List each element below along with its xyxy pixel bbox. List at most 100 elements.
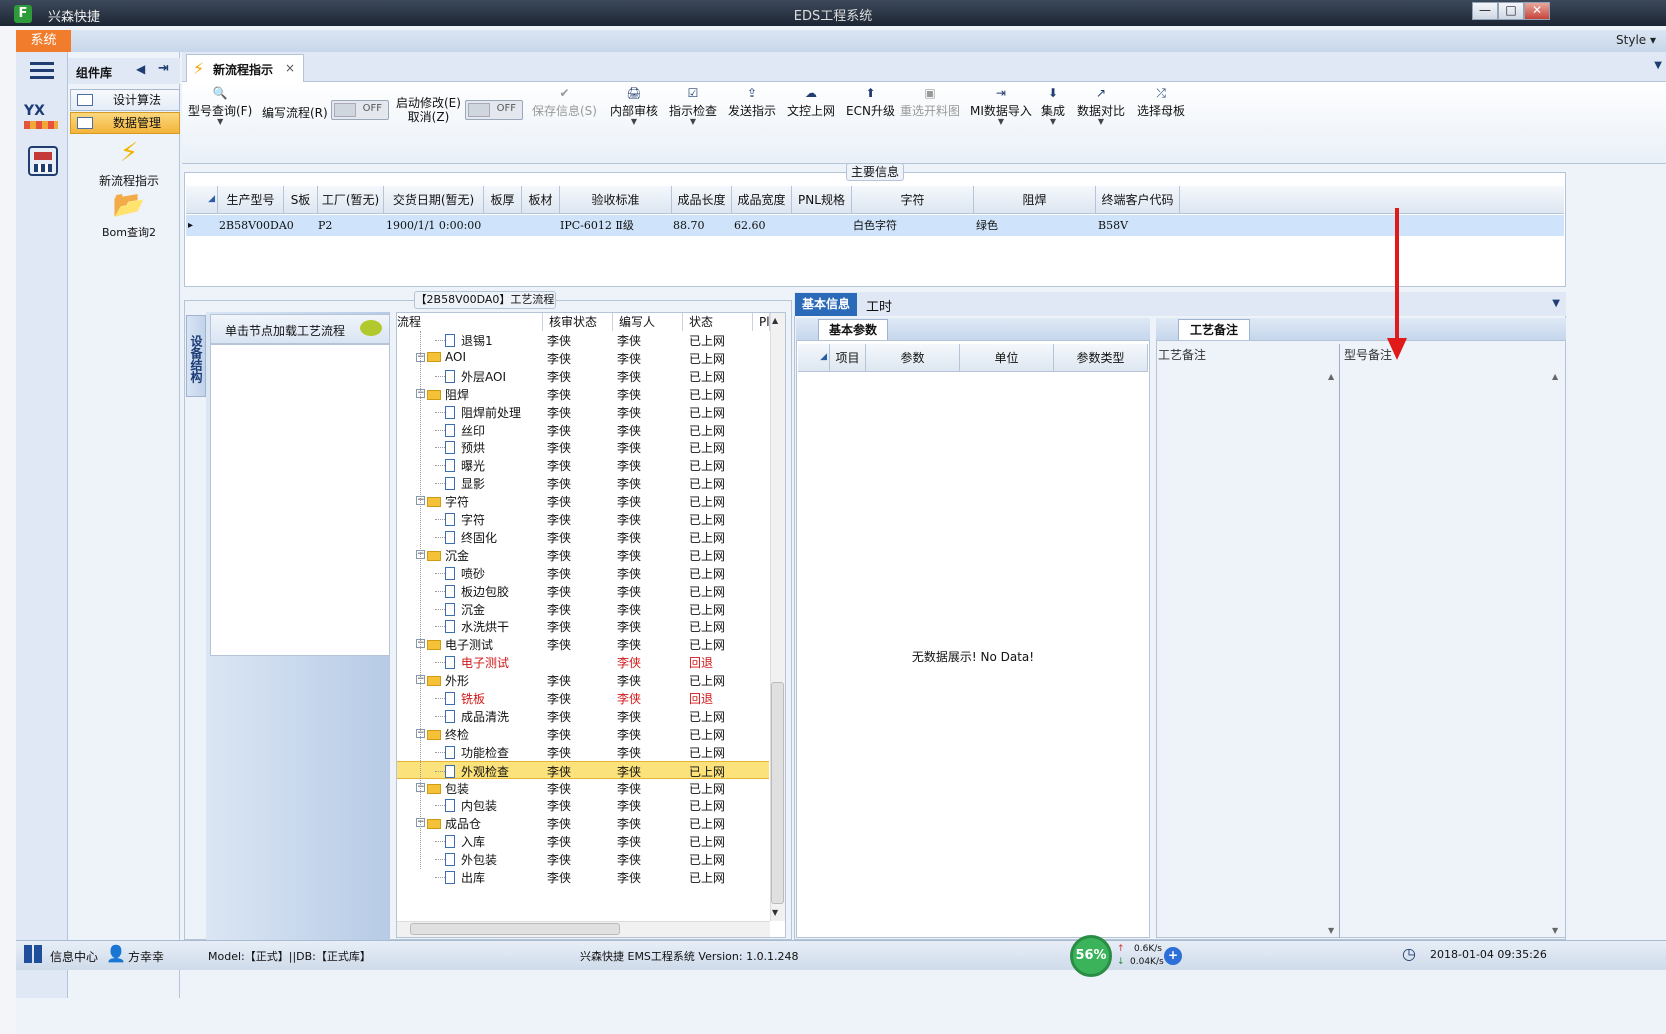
column-header[interactable]: 参数类型 (1054, 344, 1148, 372)
row-selector-icon[interactable]: ▸ (188, 216, 208, 236)
tree-row[interactable]: 外观检查 李侠 李侠 已上网 (397, 760, 769, 780)
doc-control-online-button[interactable]: ☁ 文控上网 (787, 86, 835, 119)
scroll-up-icon[interactable]: ▲ (772, 316, 778, 325)
tree-node-name[interactable]: 内包装 (445, 797, 497, 814)
hamburger-menu-icon[interactable] (30, 62, 54, 82)
write-flow-toggle[interactable]: OFF (331, 100, 389, 120)
tree-node-name[interactable]: 电子测试 (445, 654, 509, 671)
integrate-button[interactable]: ⬇ 集成 ▼ (1041, 86, 1065, 126)
tree-node-name[interactable]: 阻焊前处理 (445, 404, 521, 421)
tree-row[interactable]: 字符 李侠 李侠 已上网 (397, 510, 769, 528)
scroll-up-icon[interactable]: ▲ (1328, 372, 1334, 381)
tab-dropdown-icon[interactable]: ▼ (1552, 298, 1560, 309)
close-button[interactable]: ✕ (1524, 2, 1550, 20)
scroll-down-icon[interactable]: ▼ (1328, 926, 1334, 935)
maximize-button[interactable]: □ (1498, 2, 1524, 20)
calculator-module-icon[interactable] (28, 146, 58, 176)
ecn-upgrade-button[interactable]: ⬆ ECN升级 (846, 86, 895, 119)
tree-row[interactable]: 外包装 李侠 李侠 已上网 (397, 850, 769, 868)
select-mother-board-button[interactable]: ⤮ 选择母板 (1137, 86, 1185, 119)
grid-corner[interactable]: ◢ (186, 186, 218, 214)
tree-node-name[interactable]: 预烘 (445, 439, 485, 456)
tree-node-name[interactable]: 电子测试 (427, 636, 493, 653)
table-cell[interactable]: 1900/1/1 0:00:00 (386, 216, 481, 236)
tree-node-name[interactable]: 字符 (427, 493, 469, 510)
save-info-button[interactable]: ✔ 保存信息(S) (532, 86, 597, 119)
tree-node-name[interactable]: 功能检查 (445, 744, 509, 761)
column-header[interactable]: 单位 (960, 344, 1054, 372)
column-header[interactable]: 板厚 (484, 186, 522, 214)
tree-node-name[interactable]: 字符 (445, 511, 485, 528)
tree-row[interactable]: − 终检 李侠 李侠 已上网 (397, 725, 769, 743)
column-header[interactable]: 工厂(暂无) (318, 186, 384, 214)
tree-node-name[interactable]: AOI (427, 350, 466, 364)
tree-node-name[interactable]: 入库 (445, 833, 485, 850)
node-list[interactable] (210, 344, 390, 656)
tree-node-name[interactable]: 外观检查 (445, 763, 509, 780)
table-cell[interactable]: IPC-6012 Ⅱ级 (560, 216, 634, 236)
column-header[interactable]: 成品长度 (672, 186, 732, 214)
tree-row[interactable]: − 成品仓 李侠 李侠 已上网 (397, 814, 769, 832)
tree-row[interactable]: 入库 李侠 李侠 已上网 (397, 832, 769, 850)
tree-row[interactable]: − 包装 李侠 李侠 已上网 (397, 779, 769, 797)
send-instruction-button[interactable]: ⇪ 发送指示 (728, 86, 776, 119)
column-header[interactable]: 阻焊 (974, 186, 1096, 214)
tree-row[interactable]: 曝光 李侠 李侠 已上网 (397, 456, 769, 474)
tab-close-icon[interactable]: × (285, 61, 295, 75)
column-header[interactable]: 状态 (683, 313, 753, 331)
style-menu-button[interactable]: Style ▾ (1616, 33, 1656, 47)
table-cell[interactable]: 2B58V00DA0 (219, 216, 294, 236)
tree-row[interactable]: 喷砂 李侠 李侠 已上网 (397, 564, 769, 582)
tree-row[interactable]: 显影 李侠 李侠 已上网 (397, 474, 769, 492)
tree-node-name[interactable]: 退锡1 (445, 332, 493, 349)
tree-node-name[interactable]: 外层AOI (445, 368, 506, 385)
column-header[interactable]: 成品宽度 (732, 186, 792, 214)
reselect-cutting-chart-button[interactable]: ▣ 重选开料图 (900, 86, 960, 119)
tree-node-name[interactable]: 出库 (445, 869, 485, 886)
table-cell[interactable]: 绿色 (976, 216, 998, 236)
column-header[interactable]: S板 (284, 186, 318, 214)
collapse-left-icon[interactable]: ◀ (136, 62, 145, 76)
column-header[interactable]: 流程 (397, 313, 543, 331)
column-header[interactable]: 验收标准 (560, 186, 672, 214)
table-cell[interactable]: 88.70 (673, 216, 705, 236)
grid-icon[interactable] (24, 945, 42, 963)
tab-basic-params[interactable]: 基本参数 (818, 319, 888, 340)
factory-module-icon[interactable]: YX (24, 103, 62, 135)
tree-row[interactable]: − 沉金 李侠 李侠 已上网 (397, 546, 769, 564)
tree-node-name[interactable]: 终检 (427, 726, 469, 743)
table-cell[interactable]: 白色字符 (853, 216, 897, 236)
tree-node-name[interactable]: 沉金 (427, 547, 469, 564)
quick-bom-query[interactable]: 📂 Bom查询2 (84, 190, 174, 240)
process-memo-field[interactable] (1156, 344, 1340, 938)
tree-row[interactable]: 沉金 李侠 李侠 已上网 (397, 600, 769, 618)
tab-process-memo[interactable]: 工艺备注 (1178, 319, 1250, 340)
tree-row[interactable]: 丝印 李侠 李侠 已上网 (397, 421, 769, 439)
tree-row[interactable]: 出库 李侠 李侠 已上网 (397, 868, 769, 886)
tree-row[interactable]: 水洗烘干 李侠 李侠 已上网 (397, 617, 769, 635)
data-compare-button[interactable]: ↗ 数据对比 ▼ (1077, 86, 1125, 126)
quick-new-flow-instruction[interactable]: ⚡ 新流程指示 (84, 138, 174, 189)
minimize-button[interactable]: — (1472, 2, 1498, 20)
tab-new-flow-instruction[interactable]: ⚡ 新流程指示 × (186, 54, 304, 82)
tree-node-name[interactable]: 包装 (427, 780, 469, 797)
tree-node-name[interactable]: 铣板 (445, 690, 485, 707)
tree-row[interactable]: − 字符 李侠 李侠 已上网 (397, 492, 769, 510)
model-memo-field[interactable] (1342, 344, 1564, 938)
tab-work-hours[interactable]: 工时 (866, 296, 892, 315)
table-cell[interactable]: 62.60 (734, 216, 766, 236)
column-header[interactable]: 参数 (866, 344, 960, 372)
scroll-down-icon[interactable]: ▼ (1552, 926, 1558, 935)
column-header[interactable]: 生产型号 (218, 186, 284, 214)
scroll-up-icon[interactable]: ▲ (1552, 372, 1558, 381)
add-icon[interactable]: + (1164, 947, 1182, 965)
column-header[interactable]: 项目 (830, 344, 866, 372)
tree-row[interactable]: 阻焊前处理 李侠 李侠 已上网 (397, 403, 769, 421)
exit-icon[interactable]: ⇥ (158, 61, 169, 76)
tree-node-name[interactable]: 终固化 (445, 529, 497, 546)
tree-row[interactable]: − 电子测试 李侠 李侠 已上网 (397, 635, 769, 653)
params-grid[interactable] (796, 340, 1150, 938)
tab-equipment-structure[interactable]: 设备结构 (186, 315, 206, 397)
tree-row[interactable]: 内包装 李侠 李侠 已上网 (397, 796, 769, 814)
sidebar-item-data-management[interactable]: 数据管理 (70, 112, 180, 134)
